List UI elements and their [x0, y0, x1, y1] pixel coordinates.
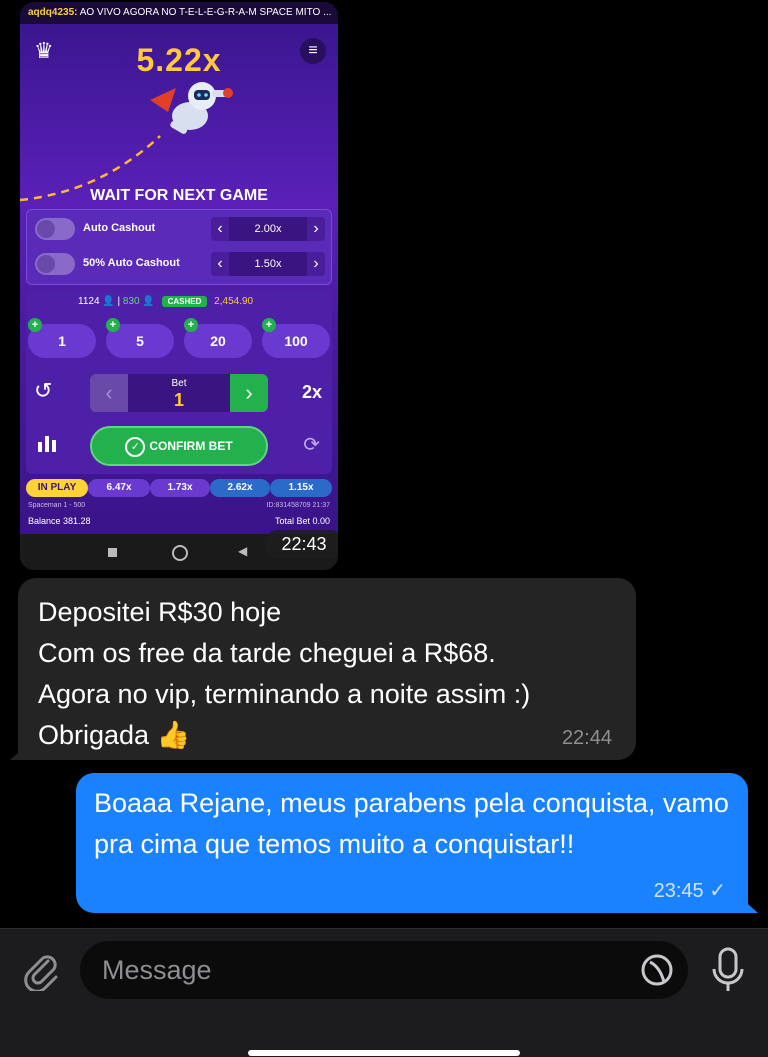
- auto-cashout-stepper: ‹ 2.00x ›: [211, 217, 325, 241]
- message-placeholder: Message: [102, 955, 212, 985]
- live-ticker: aqdq4235: AO VIVO AGORA NO T-E-L-E-G-R-A…: [20, 2, 338, 24]
- auto-cashout-value: 2.00x: [229, 217, 307, 241]
- balance: Balance 381.28: [28, 516, 91, 526]
- back-icon: ◀: [238, 544, 248, 558]
- spaceman-graphic: [20, 82, 233, 202]
- received-text: Depositei R$30 hoje Com os free da tarde…: [38, 597, 531, 750]
- recents-icon: [108, 548, 117, 557]
- half-auto-cashout-label: 50% Auto Cashout: [83, 257, 180, 269]
- sent-message[interactable]: Boaaa Rejane, meus parabens pela conquis…: [76, 773, 748, 913]
- cashed-amount: 2,454.90: [214, 296, 254, 307]
- game-screenshot: ♛ ≡ 5.22x WAIT FOR NEXT GAME Auto Cashou…: [20, 24, 338, 534]
- confirm-bet-button: ✓ CONFIRM BET: [90, 426, 268, 466]
- chip-button: +5: [106, 318, 174, 358]
- cashed-count: 830: [122, 296, 140, 307]
- chevron-left-icon: ‹: [217, 255, 223, 272]
- stats-icon: [38, 436, 56, 452]
- image-timestamp: 22:43: [264, 530, 338, 558]
- bet-panel: 1124 👤 | 830 👤 CASHED 2,454.90 +1 +5 +20…: [26, 290, 332, 474]
- chevron-right-icon: ›: [313, 255, 319, 272]
- chevron-left-icon: ‹: [217, 220, 223, 237]
- auto-cashout-label: Auto Cashout: [83, 222, 156, 234]
- sticker-icon[interactable]: [640, 953, 674, 987]
- history-item: IN PLAY: [26, 479, 88, 497]
- auto-cashout-row: Auto Cashout ‹ 2.00x ›: [27, 214, 331, 244]
- chip-button: +1: [28, 318, 96, 358]
- plus-icon: +: [28, 318, 42, 332]
- bet-amount-box: ‹ Bet 1 ›: [90, 374, 268, 412]
- sent-text: Boaaa Rejane, meus parabens pela conquis…: [94, 788, 729, 859]
- cashed-badge: CASHED: [161, 296, 208, 307]
- history-item: 1.15x: [270, 479, 332, 497]
- read-check-icon: ✓: [709, 880, 726, 902]
- message-timestamp: 23:45 ✓: [653, 880, 726, 902]
- history-item: 2.62x: [210, 479, 270, 497]
- chip-button: +100: [262, 318, 330, 358]
- history-item: 6.47x: [88, 479, 150, 497]
- round-history: IN PLAY 6.47x 1.73x 2.62x 1.15x: [26, 479, 332, 497]
- ticker-user: aqdq4235:: [28, 7, 78, 18]
- home-icon: [172, 545, 188, 561]
- game-status: WAIT FOR NEXT GAME: [90, 187, 268, 204]
- double-bet-button: 2x: [301, 382, 322, 402]
- half-auto-cashout-toggle: [35, 253, 75, 275]
- plus-icon: +: [262, 318, 276, 332]
- round-id: ID:831458709 21:37: [266, 502, 330, 509]
- total-bet: Total Bet 0.00: [274, 516, 330, 526]
- undo-icon: ↺: [34, 378, 53, 403]
- auto-cashout-panel: Auto Cashout ‹ 2.00x › 50% Auto Cashout …: [26, 209, 332, 285]
- refresh-icon: ⟳: [303, 434, 320, 456]
- chevron-right-icon: ›: [313, 220, 319, 237]
- chip-button: +20: [184, 318, 252, 358]
- round-stats: 1124 👤 | 830 👤 CASHED 2,454.90: [78, 296, 254, 307]
- plus-icon: +: [106, 318, 120, 332]
- half-auto-cashout-row: 50% Auto Cashout ‹ 1.50x ›: [27, 249, 331, 279]
- message-timestamp: 22:44: [561, 727, 612, 749]
- history-item: 1.73x: [150, 479, 210, 497]
- players-count: 1124: [78, 296, 100, 307]
- message-input[interactable]: Message: [80, 941, 688, 999]
- plus-icon: +: [184, 318, 198, 332]
- ticker-text: AO VIVO AGORA NO T-E-L-E-G-R-A-M SPACE M…: [79, 7, 332, 18]
- microphone-icon[interactable]: [708, 945, 748, 995]
- auto-cashout-toggle: [35, 218, 75, 240]
- half-auto-cashout-value: 1.50x: [229, 252, 307, 276]
- check-icon: ✓: [125, 436, 146, 457]
- paperclip-icon[interactable]: [18, 947, 62, 991]
- message-input-bar: Message: [0, 928, 768, 1057]
- game-name: Spaceman 1 - 500: [28, 502, 86, 509]
- image-message[interactable]: aqdq4235: AO VIVO AGORA NO T-E-L-E-G-R-A…: [20, 2, 338, 570]
- thumbs-up-emoji: 👍: [156, 720, 191, 750]
- home-indicator: [248, 1050, 520, 1056]
- received-message[interactable]: Depositei R$30 hoje Com os free da tarde…: [18, 578, 636, 760]
- increase-icon: ›: [230, 374, 268, 412]
- half-auto-cashout-stepper: ‹ 1.50x ›: [211, 252, 325, 276]
